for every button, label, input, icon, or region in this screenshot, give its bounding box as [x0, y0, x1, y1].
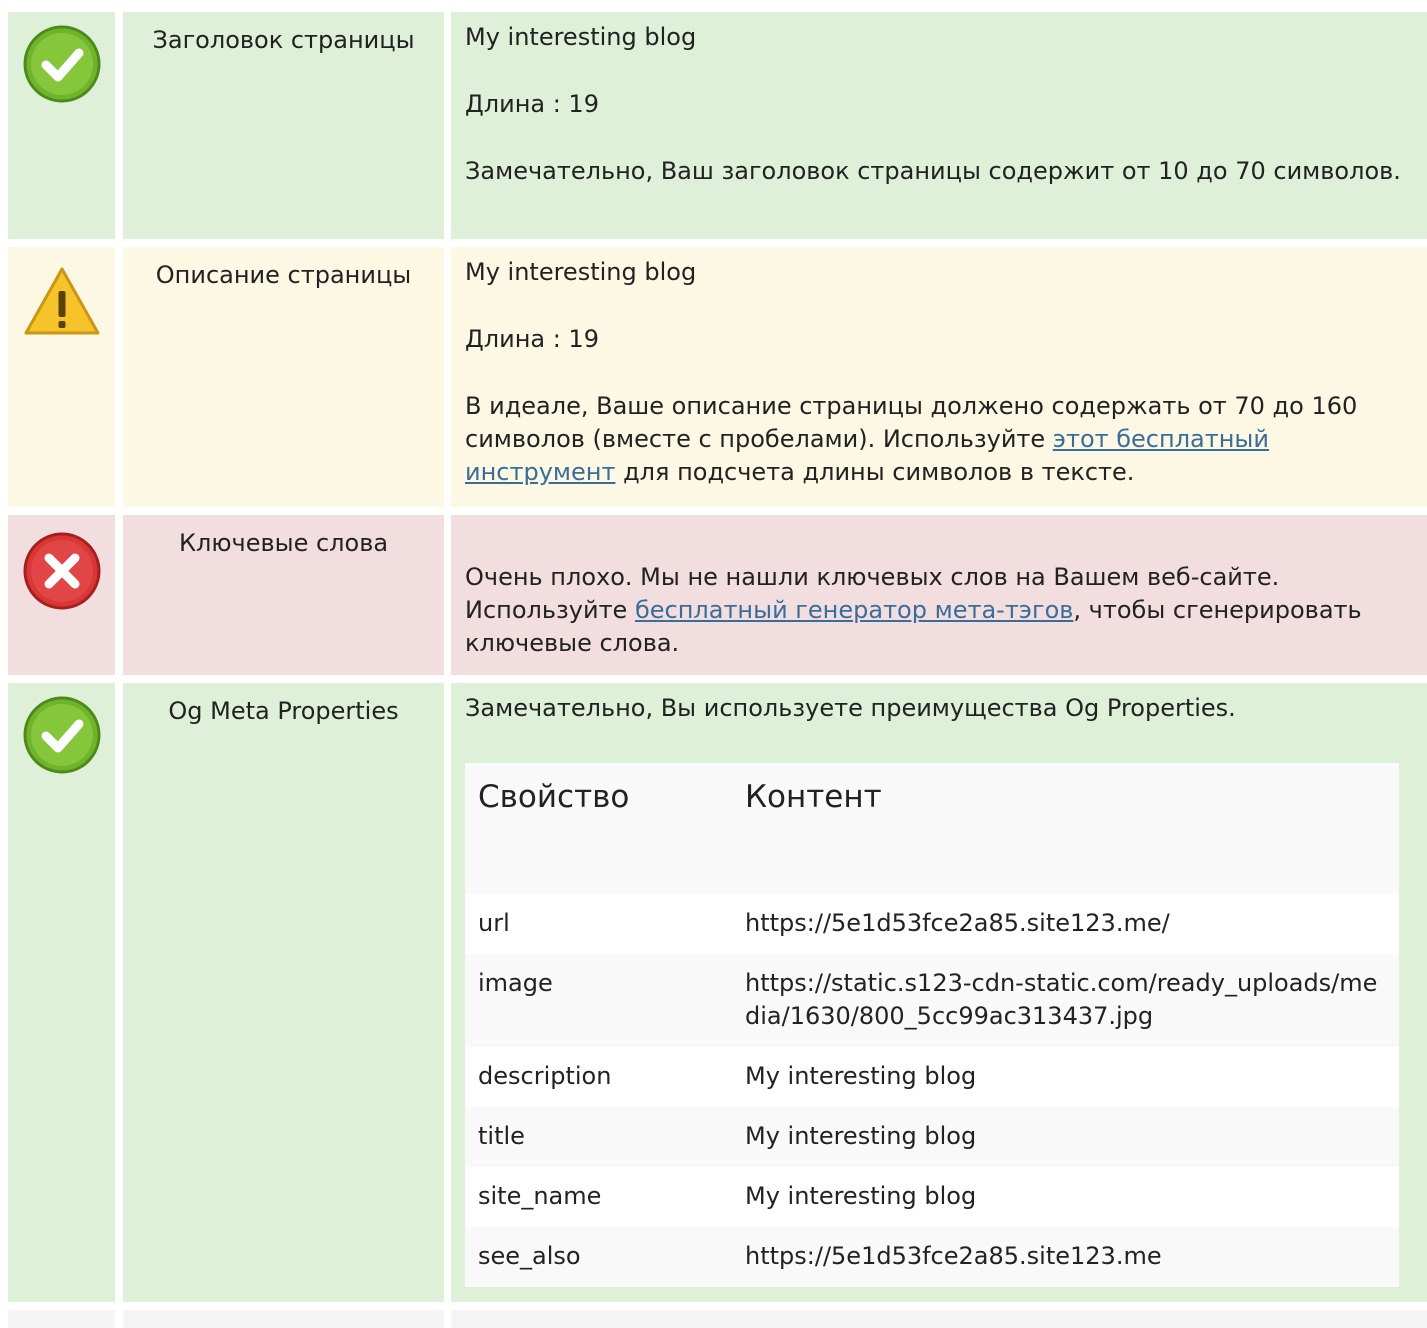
description-message: В идеале, Ваше описание страницы должено… [465, 390, 1417, 489]
property-cell: url [465, 894, 732, 954]
content-cell: My interesting blog [732, 1047, 1399, 1107]
description-check-row: Описание страницы My interesting blog Дл… [8, 247, 1427, 507]
keywords-check-row: Ключевые слова Очень плохо. Мы не нашли … [8, 515, 1427, 675]
title-length: Длина : 19 [465, 90, 599, 118]
property-cell: description [465, 1047, 732, 1107]
og-message: Замечательно, Вы используете преимуществ… [465, 694, 1236, 722]
og-properties-check-row: Og Meta Properties Замечательно, Вы испо… [8, 683, 1427, 1302]
description-value: My interesting blog [465, 258, 697, 286]
check-label: Описание страницы [155, 261, 412, 289]
content-cell: https://5e1d53fce2a85.site123.me [732, 1227, 1399, 1287]
warning-triangle-icon [24, 267, 100, 335]
check-label: Заголовок страницы [152, 26, 415, 54]
title-value: My interesting blog [465, 23, 697, 51]
table-header-row: Свойство Контент [465, 763, 1399, 894]
content-cell: https://5e1d53fce2a85.site123.me/ [732, 894, 1399, 954]
check-label-cell: Ключевые слова [123, 515, 444, 675]
check-body-cell: Очень плохо. Мы не нашли ключевых слов н… [451, 515, 1427, 675]
property-cell: image [465, 954, 732, 1047]
check-body-cell [451, 1310, 1427, 1328]
check-body-cell: My interesting blog Длина : 19 В идеале,… [451, 247, 1427, 507]
column-header-content: Контент [732, 763, 1399, 894]
check-label: Ключевые слова [178, 529, 389, 557]
content-cell: https://static.s123-cdn-static.com/ready… [732, 954, 1399, 1047]
keywords-message: Очень плохо. Мы не нашли ключевых слов н… [465, 561, 1417, 660]
table-row: site_name My interesting blog [465, 1167, 1399, 1227]
table-row: description My interesting blog [465, 1047, 1399, 1107]
table-row: title My interesting blog [465, 1107, 1399, 1167]
check-label-cell: Описание страницы [123, 247, 444, 507]
check-body-cell: My interesting blog Длина : 19 Замечател… [451, 12, 1427, 239]
content-cell: My interesting blog [732, 1107, 1399, 1167]
title-message: Замечательно, Ваш заголовок страницы сод… [465, 157, 1401, 185]
description-length: Длина : 19 [465, 325, 599, 353]
check-label-cell: Заголовок страницы [123, 12, 444, 239]
status-icon-cell [8, 1310, 115, 1328]
check-label-cell: Og Meta Properties [123, 683, 444, 1302]
check-body-cell: Замечательно, Вы используете преимуществ… [451, 683, 1427, 1302]
status-icon-cell [8, 683, 115, 1302]
check-circle-icon [23, 25, 101, 103]
title-check-row: Заголовок страницы My interesting blog Д… [8, 12, 1427, 239]
check-circle-icon [23, 696, 101, 774]
property-cell: title [465, 1107, 732, 1167]
check-label: Og Meta Properties [168, 697, 399, 725]
table-row: image https://static.s123-cdn-static.com… [465, 954, 1399, 1047]
property-cell: site_name [465, 1167, 732, 1227]
error-cross-icon [23, 532, 101, 610]
content-cell: My interesting blog [732, 1167, 1399, 1227]
table-row: url https://5e1d53fce2a85.site123.me/ [465, 894, 1399, 954]
status-icon-cell [8, 515, 115, 675]
property-cell: see_also [465, 1227, 732, 1287]
table-row: see_also https://5e1d53fce2a85.site123.m… [465, 1227, 1399, 1287]
og-properties-table: Свойство Контент url https://5e1d53fce2a… [465, 763, 1399, 1287]
meta-tag-generator-link[interactable]: бесплатный генератор мета-тэгов [635, 596, 1073, 624]
message-text: для подсчета длины символов в тексте. [615, 458, 1135, 486]
status-icon-cell [8, 247, 115, 507]
status-icon-cell [8, 12, 115, 239]
next-check-row-partial [8, 1310, 1427, 1328]
column-header-property: Свойство [465, 763, 732, 894]
check-label-cell [123, 1310, 444, 1328]
